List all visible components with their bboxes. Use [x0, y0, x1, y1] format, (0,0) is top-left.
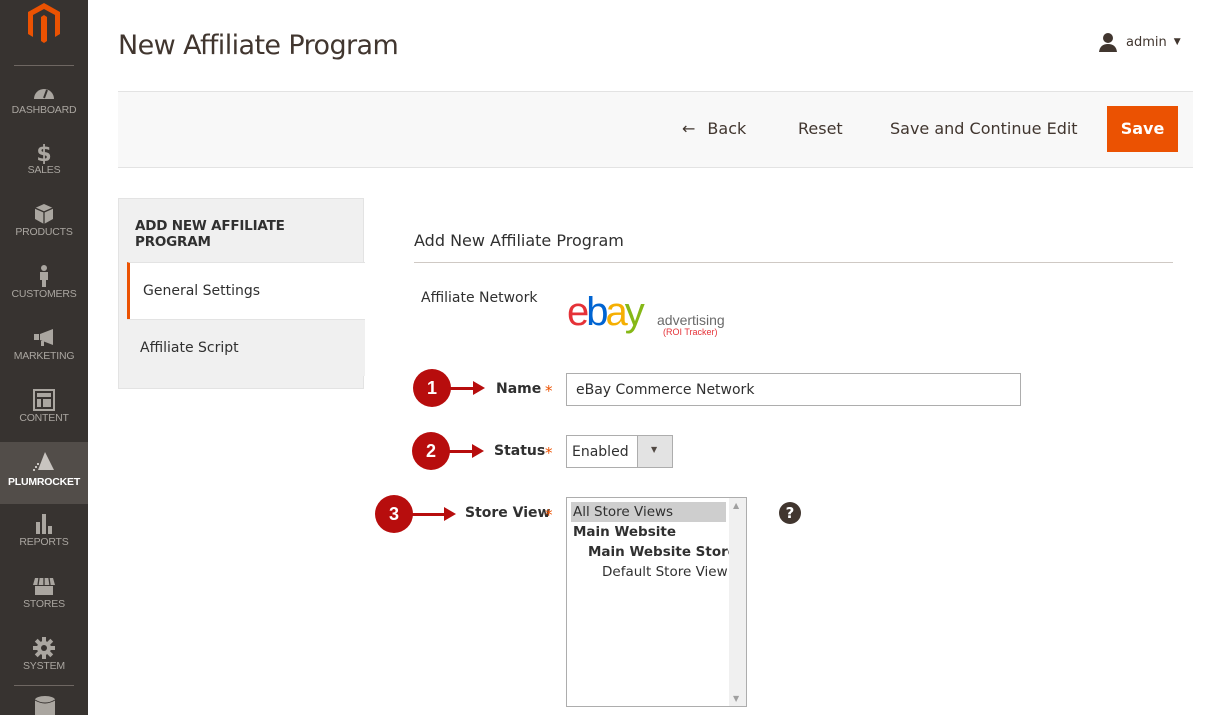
ebay-advertising-logo: ebay advertising (ROI Tracker)	[567, 291, 725, 337]
sidebar-item-plumrocket[interactable]: PLUMROCKET	[0, 442, 88, 504]
user-icon	[1099, 33, 1117, 52]
sidebar-item-dashboard[interactable]: DASHBOARD	[0, 80, 88, 142]
annotation-arrow	[410, 507, 456, 521]
annotation-arrow	[447, 444, 484, 458]
affiliate-network-label: Affiliate Network	[421, 290, 538, 306]
svg-text:(ROI Tracker): (ROI Tracker)	[663, 327, 718, 337]
fieldset-title: Add New Affiliate Program	[414, 231, 624, 250]
tabs-title: ADD NEW AFFILIATE PROGRAM	[135, 218, 285, 250]
scroll-up-icon[interactable]: ▲	[733, 501, 739, 510]
page-title: New Affiliate Program	[118, 30, 399, 61]
chevron-down-icon: ▼	[651, 445, 658, 454]
magento-logo[interactable]	[26, 2, 62, 44]
status-select[interactable]: Enabled ▼	[566, 435, 673, 468]
store-option-default-store-view[interactable]: Default Store View	[571, 562, 728, 582]
page-actions-bar: ← Back Reset Save and Continue Edit Save	[118, 91, 1193, 168]
user-name: admin	[1126, 34, 1167, 50]
gear-icon	[33, 637, 55, 659]
pyramid-icon	[33, 452, 54, 471]
extensions-brick-icon[interactable]	[33, 695, 57, 715]
tab-affiliate-script[interactable]: Affiliate Script	[127, 319, 365, 376]
bar-chart-icon	[36, 514, 52, 534]
required-asterisk: *	[545, 506, 553, 524]
sidebar-item-system[interactable]: SYSTEM	[0, 636, 88, 698]
svg-text:ebay: ebay	[567, 291, 645, 334]
admin-user-menu[interactable]: admin ▼	[1098, 32, 1181, 52]
sidebar-item-content[interactable]: CONTENT	[0, 388, 88, 450]
save-and-continue-button[interactable]: Save and Continue Edit	[890, 106, 1078, 152]
save-button[interactable]: Save	[1107, 106, 1178, 152]
help-icon[interactable]: ?	[779, 502, 801, 524]
svg-text:$: $	[36, 142, 51, 164]
tab-general-settings[interactable]: General Settings	[127, 262, 365, 319]
store-view-multiselect[interactable]: All Store Views Main Website Main Websit…	[566, 497, 747, 707]
sidebar-item-customers[interactable]: CUSTOMERS	[0, 264, 88, 326]
dashboard-gauge-icon	[34, 89, 54, 99]
sidebar-item-stores[interactable]: STORES	[0, 574, 88, 636]
store-option-main-website[interactable]: Main Website	[571, 522, 726, 542]
arrow-left-icon: ←	[682, 119, 696, 138]
annotation-marker-2: 2	[412, 432, 450, 470]
sidebar-divider	[14, 65, 74, 66]
chevron-down-icon: ▼	[1173, 37, 1181, 47]
fieldset-divider	[414, 262, 1173, 263]
required-asterisk: *	[545, 444, 553, 462]
store-list-scrollbar[interactable]: ▲ ▼	[729, 498, 746, 706]
sidebar-item-products[interactable]: PRODUCTS	[0, 202, 88, 264]
reset-button[interactable]: Reset	[798, 106, 843, 152]
status-dropdown-button[interactable]: ▼	[637, 436, 672, 467]
sidebar-divider	[14, 685, 74, 686]
person-icon	[40, 265, 48, 287]
svg-text:advertising: advertising	[657, 312, 725, 328]
megaphone-icon	[34, 329, 53, 346]
storefront-icon	[33, 577, 55, 595]
required-asterisk: *	[545, 382, 553, 400]
store-option-all-store-views[interactable]: All Store Views	[571, 502, 726, 522]
name-input[interactable]	[566, 373, 1021, 406]
dollar-icon: $	[36, 142, 51, 164]
store-option-main-website-store[interactable]: Main Website Store	[571, 542, 737, 562]
admin-sidebar: DASHBOARD $ SALES PRODUCTS CUSTOMERS MAR…	[0, 0, 88, 715]
status-label: Status	[494, 443, 546, 459]
scroll-down-icon[interactable]: ▼	[733, 694, 739, 703]
name-label: Name	[496, 381, 542, 397]
annotation-marker-3: 3	[375, 495, 413, 533]
annotation-arrow	[448, 381, 485, 395]
tabs-panel: ADD NEW AFFILIATE PROGRAM General Settin…	[118, 198, 365, 389]
sidebar-item-marketing[interactable]: MARKETING	[0, 326, 88, 388]
status-value: Enabled	[572, 444, 629, 460]
annotation-marker-1: 1	[413, 369, 451, 407]
layout-icon	[33, 389, 55, 411]
sidebar-item-sales[interactable]: $ SALES	[0, 140, 88, 202]
store-view-label: Store View	[465, 505, 551, 521]
back-button[interactable]: ← Back	[682, 106, 746, 152]
sidebar-item-reports[interactable]: REPORTS	[0, 512, 88, 574]
box-icon	[34, 204, 54, 224]
